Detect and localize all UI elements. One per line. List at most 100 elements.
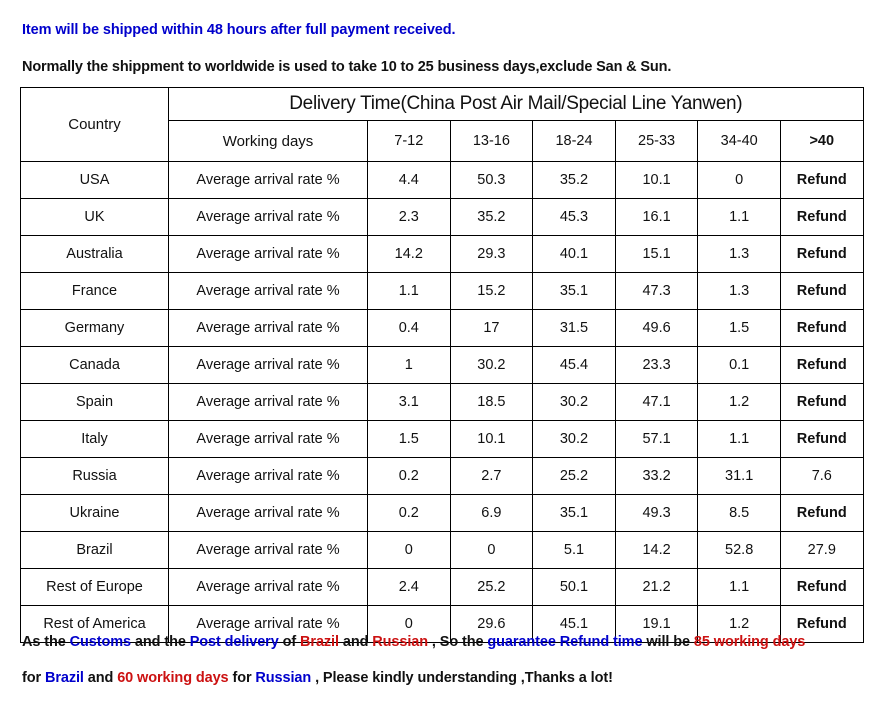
cell-country: Canada xyxy=(20,346,169,384)
cell-metric-label: Average arrival rate % xyxy=(168,494,368,532)
cell-country: France xyxy=(20,272,169,310)
table-row: France Average arrival rate % 1.1 15.2 35.1 4… xyxy=(20,272,864,310)
text-run: Russian xyxy=(372,634,428,650)
cell-metric-label: Average arrival rate % xyxy=(168,531,368,569)
cell-arrival-rate: 1 xyxy=(367,346,451,384)
cell-refund: Refund xyxy=(779,494,864,532)
cell-arrival-rate: 1.1 xyxy=(697,568,781,606)
cell-arrival-rate: 1.1 xyxy=(697,420,781,458)
cell-arrival-rate: 6.9 xyxy=(449,494,534,532)
cell-refund: Refund xyxy=(779,235,864,273)
cell-refund: Refund xyxy=(779,420,864,458)
text-run: 60 working days xyxy=(117,670,229,686)
column-header-day-range: 34-40 xyxy=(697,120,781,162)
delivery-time-table: Country Delivery Time(China Post Air Mai… xyxy=(20,87,864,643)
cell-arrival-rate: 31.1 xyxy=(697,457,781,495)
cell-arrival-rate: 30.2 xyxy=(449,346,534,384)
cell-arrival-rate: 14.2 xyxy=(367,235,451,273)
cell-arrival-rate: 0 xyxy=(449,531,534,569)
cell-metric-label: Average arrival rate % xyxy=(168,309,368,347)
cell-arrival-rate: 0.2 xyxy=(367,457,451,495)
cell-arrival-rate: 50.1 xyxy=(532,568,616,606)
cell-arrival-rate: 25.2 xyxy=(532,457,616,495)
text-run: Customs xyxy=(69,634,131,650)
cell-arrival-rate: 8.5 xyxy=(697,494,781,532)
cell-arrival-rate: 15.2 xyxy=(449,272,534,310)
cell-arrival-rate: 2.3 xyxy=(367,198,451,236)
cell-arrival-rate: 25.2 xyxy=(449,568,534,606)
refund-policy-line-2: for Brazil and 60 working days for Russi… xyxy=(22,670,613,686)
cell-metric-label: Average arrival rate % xyxy=(168,346,368,384)
cell-arrival-rate: 18.5 xyxy=(449,383,534,421)
cell-arrival-rate: 10.1 xyxy=(614,161,699,199)
column-header-day-range: 25-33 xyxy=(614,120,699,162)
cell-arrival-rate: 14.2 xyxy=(614,531,699,569)
cell-arrival-rate: 1.2 xyxy=(697,383,781,421)
cell-arrival-rate: 31.5 xyxy=(532,309,616,347)
cell-refund: Refund xyxy=(779,198,864,236)
cell-country: Ukraine xyxy=(20,494,169,532)
table-row: Rest of Europe Average arrival rate % 2.4 2… xyxy=(20,568,864,606)
table-row: Russia Average arrival rate % 0.2 2.7 25.2 33… xyxy=(20,457,864,495)
column-header-country: Country xyxy=(20,87,169,162)
cell-metric-label: Average arrival rate % xyxy=(168,457,368,495)
cell-arrival-rate: 49.6 xyxy=(614,309,699,347)
text-run: and xyxy=(338,634,373,650)
cell-metric-label: Average arrival rate % xyxy=(168,272,368,310)
text-run: for xyxy=(22,670,45,686)
cell-arrival-rate: 30.2 xyxy=(532,420,616,458)
text-run: for xyxy=(228,670,256,686)
column-header-day-range: 7-12 xyxy=(367,120,451,162)
cell-country: Rest of Europe xyxy=(20,568,169,606)
cell-arrival-rate: 2.7 xyxy=(449,457,534,495)
cell-arrival-rate: 0 xyxy=(367,531,451,569)
cell-arrival-rate: 21.2 xyxy=(614,568,699,606)
cell-refund: Refund xyxy=(779,346,864,384)
cell-arrival-rate: 1.3 xyxy=(697,235,781,273)
column-header-day-range: 18-24 xyxy=(532,120,616,162)
table-row: Australia Average arrival rate % 14.2 29.3 4… xyxy=(20,235,864,273)
cell-refund: Refund xyxy=(779,309,864,347)
table-row: Germany Average arrival rate % 0.4 17 31.5 49… xyxy=(20,309,864,347)
cell-arrival-rate: 1.5 xyxy=(697,309,781,347)
text-run: As the xyxy=(22,634,70,650)
cell-country: Brazil xyxy=(20,531,169,569)
cell-arrival-rate: 30.2 xyxy=(532,383,616,421)
column-header-day-range: 13-16 xyxy=(449,120,534,162)
cell-arrival-rate: 17 xyxy=(449,309,534,347)
column-header-working-days: Working days xyxy=(168,120,368,162)
column-header-day-range: >40 xyxy=(779,120,864,162)
shipping-notice-primary: Item will be shipped within 48 hours aft… xyxy=(22,22,456,38)
cell-arrival-rate: 35.1 xyxy=(532,494,616,532)
text-run: and the xyxy=(131,634,190,650)
table-row: USA Average arrival rate % 4.4 50.3 35.2 10.1… xyxy=(20,161,864,199)
cell-arrival-rate: 35.2 xyxy=(532,161,616,199)
cell-metric-label: Average arrival rate % xyxy=(168,568,368,606)
cell-arrival-rate: 47.3 xyxy=(614,272,699,310)
cell-country: Italy xyxy=(20,420,169,458)
text-run: of xyxy=(278,634,301,650)
text-run: Post delivery xyxy=(189,634,279,650)
cell-country: Spain xyxy=(20,383,169,421)
cell-arrival-rate: 16.1 xyxy=(614,198,699,236)
cell-metric-label: Average arrival rate % xyxy=(168,383,368,421)
cell-metric-label: Average arrival rate % xyxy=(168,161,368,199)
cell-arrival-rate: 57.1 xyxy=(614,420,699,458)
refund-policy-line-1: As the Customs and the Post delivery of … xyxy=(22,634,805,650)
cell-arrival-rate: 3.1 xyxy=(367,383,451,421)
cell-arrival-rate: 35.2 xyxy=(449,198,534,236)
cell-arrival-rate: 7.6 xyxy=(779,457,864,495)
table-header-row-top: Country Delivery Time(China Post Air Mai… xyxy=(20,87,864,162)
cell-arrival-rate: 23.3 xyxy=(614,346,699,384)
cell-arrival-rate: 5.1 xyxy=(532,531,616,569)
shipping-info-page: Item will be shipped within 48 hours aft… xyxy=(0,0,883,710)
cell-country: Russia xyxy=(20,457,169,495)
cell-country: Germany xyxy=(20,309,169,347)
cell-refund: Refund xyxy=(779,161,864,199)
cell-arrival-rate: 29.3 xyxy=(449,235,534,273)
cell-arrival-rate: 0.4 xyxy=(367,309,451,347)
table-row: Ukraine Average arrival rate % 0.2 6.9 35.1 4… xyxy=(20,494,864,532)
cell-arrival-rate: 4.4 xyxy=(367,161,451,199)
cell-arrival-rate: 0.1 xyxy=(697,346,781,384)
table-row: Spain Average arrival rate % 3.1 18.5 30.2 47… xyxy=(20,383,864,421)
